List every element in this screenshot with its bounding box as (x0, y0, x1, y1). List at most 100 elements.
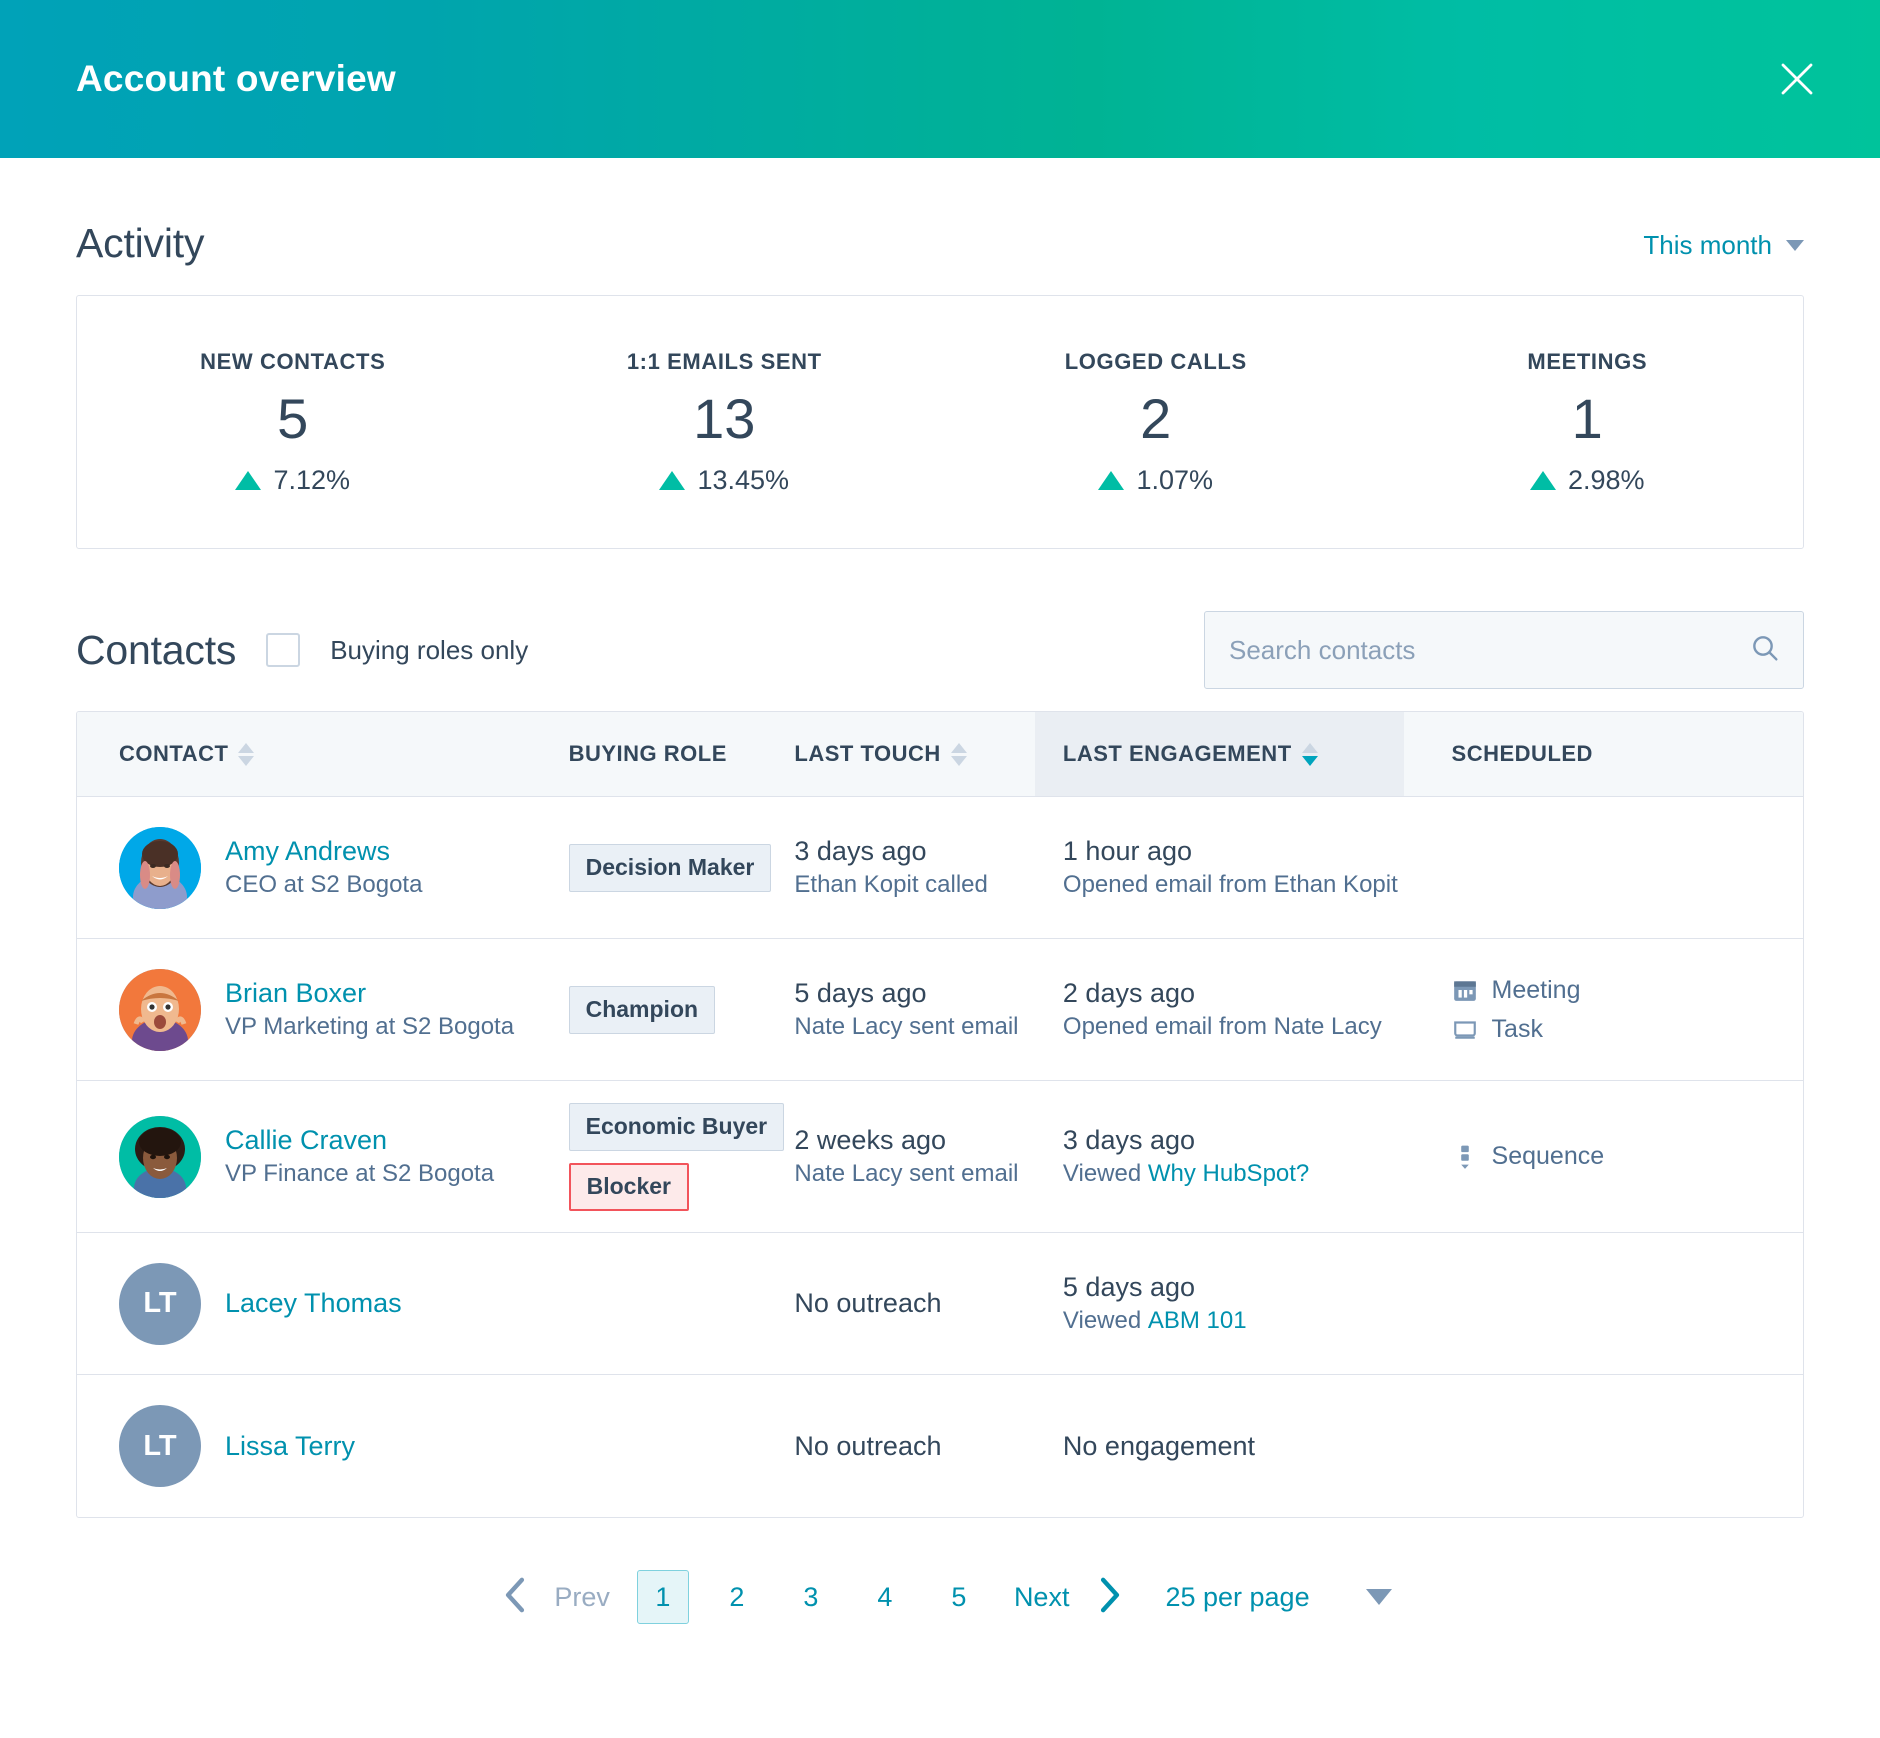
contact-cell: Brian Boxer VP Marketing at S2 Bogota (77, 968, 569, 1051)
table-row[interactable]: Amy Andrews CEO at S2 Bogota Decision Ma… (77, 797, 1803, 939)
task-icon (1452, 1016, 1478, 1042)
buying-role-cell: Champion (568, 985, 795, 1034)
page-number-2[interactable]: 2 (711, 1571, 763, 1623)
prev-page-label[interactable]: Prev (554, 1582, 610, 1613)
buying-roles-only-label[interactable]: Buying roles only (330, 635, 528, 666)
scheduled-meeting[interactable]: Meeting (1452, 976, 1581, 1005)
engagement-content-link[interactable]: Why HubSpot? (1148, 1160, 1309, 1187)
buying-roles-only-checkbox[interactable] (266, 633, 301, 667)
page-number-4[interactable]: 4 (859, 1571, 911, 1623)
last-engagement-cell: No engagement (1035, 1431, 1404, 1462)
trend-up-icon (1529, 470, 1556, 490)
date-range-label: This month (1643, 230, 1772, 260)
buying-role-cell: Economic Buyer Blocker (568, 1102, 795, 1211)
last-touch-cell: No outreach (794, 1431, 1035, 1462)
buying-role-cell: Decision Maker (568, 843, 795, 892)
contact-name-link[interactable]: Lissa Terry (225, 1431, 355, 1462)
scheduled-sequence[interactable]: Sequence (1452, 1142, 1604, 1171)
contacts-title: Contacts (76, 626, 237, 673)
last-engagement-main: 3 days ago (1062, 1125, 1196, 1155)
stat-meetings: MEETINGS 1 2.98% (1372, 296, 1804, 548)
stat-value: 1 (1571, 386, 1603, 450)
contact-name-link[interactable]: Brian Boxer (225, 978, 514, 1009)
avatar-initials: LT (119, 1262, 201, 1345)
sort-arrows-icon[interactable] (950, 742, 967, 766)
stat-new-contacts: NEW CONTACTS 5 7.12% (77, 296, 509, 548)
table-row[interactable]: LT Lacey Thomas No outreach 5 days ago V… (77, 1233, 1803, 1375)
per-page-selector[interactable]: 25 per page (1165, 1582, 1309, 1613)
date-range-selector[interactable]: This month (1643, 230, 1804, 267)
column-label: SCHEDULED (1451, 741, 1593, 766)
stat-label: 1:1 EMAILS SENT (626, 348, 822, 374)
page-number-1[interactable]: 1 (636, 1570, 689, 1624)
stat-delta-value: 2.98% (1567, 464, 1645, 495)
table-row[interactable]: Callie Craven VP Finance at S2 Bogota Ec… (77, 1081, 1803, 1233)
stat-delta: 13.45% (659, 465, 789, 496)
chevron-left-icon (498, 1573, 532, 1622)
contact-name-link[interactable]: Amy Andrews (225, 836, 422, 867)
last-touch-main: 5 days ago (794, 978, 927, 1008)
trend-up-icon (659, 470, 686, 490)
sort-arrows-icon[interactable] (238, 742, 255, 766)
activity-header: Activity This month (76, 220, 1804, 267)
buying-role-badge-blocker[interactable]: Blocker (568, 1162, 689, 1211)
contact-subtitle: VP Finance at S2 Bogota (225, 1160, 495, 1187)
last-touch-sub: Nate Lacy sent email (794, 1013, 1019, 1040)
contact-name-link[interactable]: Callie Craven (225, 1125, 494, 1156)
next-page-arrow[interactable] (1083, 1573, 1137, 1622)
table-row[interactable]: Brian Boxer VP Marketing at S2 Bogota Ch… (77, 939, 1803, 1081)
search-icon[interactable] (1749, 632, 1781, 669)
last-touch-main: 2 weeks ago (794, 1125, 946, 1155)
contact-cell: LT Lacey Thomas (77, 1262, 569, 1345)
column-header-contact[interactable]: CONTACT (77, 712, 569, 796)
engagement-content-link[interactable]: ABM 101 (1148, 1307, 1247, 1334)
buying-role-badge[interactable]: Economic Buyer (568, 1102, 785, 1151)
stat-delta-value: 13.45% (697, 464, 790, 495)
page-title: Account overview (76, 58, 396, 99)
chevron-down-icon (1786, 240, 1804, 251)
search-input[interactable] (1229, 634, 1749, 666)
column-label: CONTACT (119, 741, 229, 766)
column-header-buying-role[interactable]: BUYING ROLE (569, 712, 795, 796)
modal-body: Activity This month NEW CONTACTS 5 7.12%… (0, 220, 1880, 1670)
contact-name-link[interactable]: Lacey Thomas (225, 1288, 402, 1319)
last-engagement-cell: 5 days ago Viewed ABM 101 (1035, 1272, 1404, 1335)
trend-up-icon (235, 470, 262, 490)
last-engagement-main: 2 days ago (1062, 978, 1196, 1008)
scheduled-task[interactable]: Task (1452, 1015, 1581, 1044)
stat-value: 5 (277, 386, 309, 450)
last-engagement-main: 5 days ago (1062, 1272, 1196, 1302)
column-header-scheduled[interactable]: SCHEDULED (1404, 712, 1803, 796)
calendar-icon (1452, 977, 1478, 1003)
last-engagement-main: 1 hour ago (1062, 836, 1193, 866)
close-button[interactable] (1766, 48, 1828, 110)
last-touch-sub: Ethan Kopit called (794, 871, 988, 898)
contacts-table: CONTACT BUYING ROLE LAST TOUCH LAST ENGA… (76, 711, 1804, 1518)
page-number-3[interactable]: 3 (785, 1571, 837, 1623)
search-contacts-field[interactable] (1204, 611, 1804, 689)
last-engagement-sub: Viewed ABM 101 (1062, 1307, 1247, 1334)
avatar (119, 968, 201, 1051)
sequence-icon (1452, 1144, 1478, 1170)
column-label: BUYING ROLE (568, 741, 727, 766)
scheduled-label: Meeting (1491, 975, 1581, 1004)
chevron-down-icon[interactable] (1365, 1589, 1392, 1605)
prev-page-arrow[interactable] (488, 1573, 542, 1622)
sort-arrows-icon[interactable] (1301, 742, 1318, 766)
column-header-last-touch[interactable]: LAST TOUCH (794, 712, 1035, 796)
next-page-label[interactable]: Next (1014, 1582, 1070, 1613)
stat-emails-sent: 1:1 EMAILS SENT 13 13.45% (509, 296, 941, 548)
page-number-5[interactable]: 5 (933, 1571, 985, 1623)
column-header-last-engagement[interactable]: LAST ENGAGEMENT (1034, 712, 1404, 796)
account-overview-modal: Account overview Activity This month NEW… (0, 0, 1880, 1738)
stat-value: 2 (1140, 386, 1172, 450)
stat-label: LOGGED CALLS (1064, 348, 1247, 374)
activity-title: Activity (76, 220, 205, 266)
buying-role-badge[interactable]: Champion (568, 985, 716, 1034)
column-label: LAST ENGAGEMENT (1062, 741, 1292, 766)
buying-role-badge[interactable]: Decision Maker (568, 843, 772, 892)
table-row[interactable]: LT Lissa Terry No outreach No engagement (77, 1375, 1803, 1517)
contact-cell: LT Lissa Terry (77, 1405, 569, 1487)
stat-logged-calls: LOGGED CALLS 2 1.07% (940, 296, 1372, 548)
table-header-row: CONTACT BUYING ROLE LAST TOUCH LAST ENGA… (77, 712, 1803, 797)
